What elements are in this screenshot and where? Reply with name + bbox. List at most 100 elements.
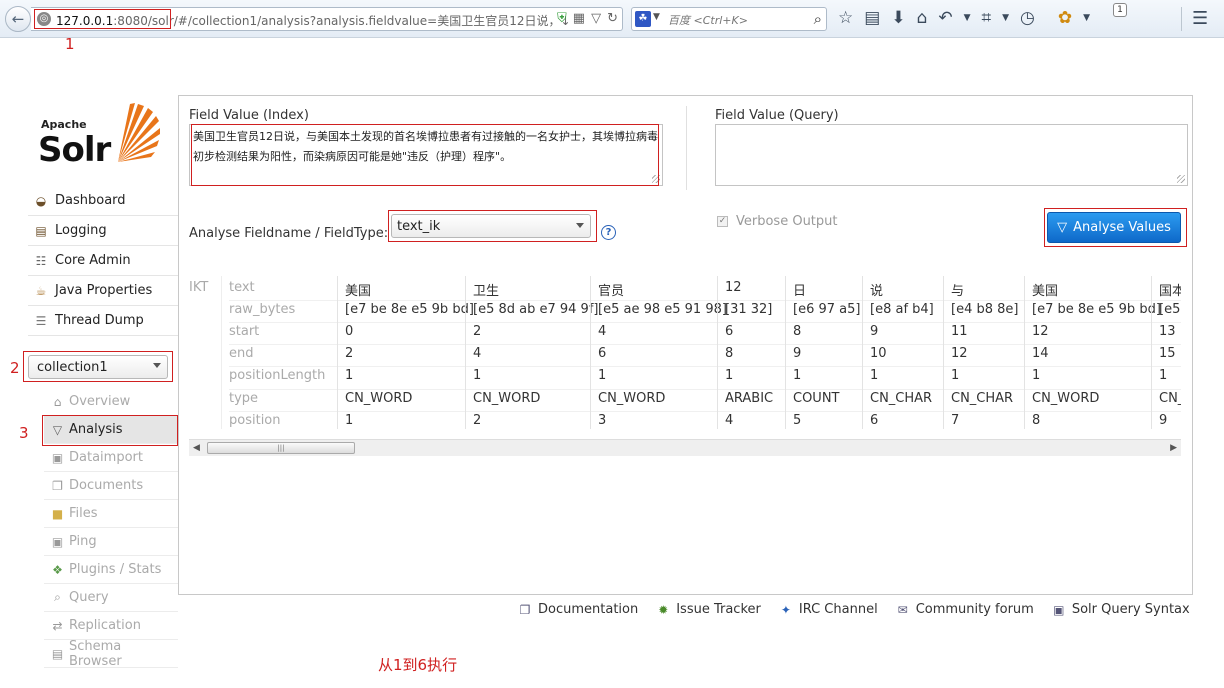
footer-link-community-forum[interactable]: ✉ Community forum: [896, 602, 1034, 617]
scrollbar-thumb[interactable]: |||: [207, 442, 355, 454]
scroll-left-arrow-icon[interactable]: ◀: [193, 443, 200, 453]
core-item-files[interactable]: ■ Files: [44, 500, 178, 528]
help-icon[interactable]: ?: [601, 225, 616, 240]
analyzer-divider: [221, 276, 222, 429]
chevron-down-icon[interactable]: ▼: [964, 8, 971, 28]
row-label-position: position: [229, 413, 281, 428]
row-label-type: type: [229, 391, 259, 406]
shield-icon[interactable]: ⛨: [557, 11, 567, 26]
horizontal-scrollbar[interactable]: ◀ ||| ▶: [189, 439, 1181, 456]
core-selector[interactable]: collection1: [28, 355, 168, 379]
chevron-down-icon[interactable]: ▼: [653, 12, 660, 22]
fieldtype-select[interactable]: text_ik: [391, 214, 591, 238]
sidebar-item-java-properties[interactable]: ☕ Java Properties: [28, 276, 178, 306]
bug-icon: ✹: [658, 602, 669, 617]
toolbar-icons: ☆ ▤ ⬇ ⌂ ↶ ▼ ⌗ ▼ ◷ ✿ ▼: [838, 8, 1090, 28]
url-bar[interactable]: ◎ 127.0.0.1:8080/solr/#/collection1/anal…: [31, 7, 623, 31]
token-positionlength: 1: [345, 368, 354, 383]
token-text: 与: [951, 284, 965, 299]
menu-icon[interactable]: ☰: [1192, 8, 1208, 29]
footer-link-issue-tracker[interactable]: ✹ Issue Tracker: [656, 602, 761, 617]
reading-list-icon[interactable]: ▤: [864, 8, 880, 28]
chevron-down-icon[interactable]: ▼: [1083, 8, 1090, 28]
sidebar-item-label: Dashboard: [55, 193, 126, 208]
extension-icon[interactable]: ✿: [1058, 8, 1072, 28]
clock-icon[interactable]: ◷: [1020, 8, 1035, 28]
qr-code-icon[interactable]: ▦: [573, 11, 585, 26]
token-type: COUNT: [793, 391, 840, 406]
resize-grip-icon[interactable]: [1177, 175, 1185, 183]
logging-icon: ▤: [35, 223, 47, 238]
documents-icon: ❐: [52, 478, 63, 493]
token-text: 卫生: [473, 284, 500, 299]
download-icon[interactable]: ⬇: [891, 8, 905, 28]
fieldtype-value: text_ik: [397, 219, 441, 234]
footer-link-documentation[interactable]: ❐ Documentation: [518, 602, 639, 617]
analysis-panel: Field Value (Index) 美国卫生官员12日说，与美国本土发现的首…: [178, 95, 1193, 595]
sidebar-item-dashboard[interactable]: ◒ Dashboard: [28, 186, 178, 216]
notification-badge: 1: [1113, 3, 1127, 17]
crop-icon[interactable]: ⌗: [982, 8, 992, 28]
query-icon: ⌕: [54, 590, 61, 604]
core-item-ping[interactable]: ▣ Ping: [44, 528, 178, 556]
token-positionlength: 1: [1159, 368, 1168, 383]
token-positionlength: 1: [725, 368, 734, 383]
core-item-query[interactable]: ⌕ Query: [44, 584, 178, 612]
core-admin-icon: ☷: [35, 253, 47, 268]
token-type: CN_WORD: [1032, 391, 1100, 406]
verbose-output-toggle[interactable]: ✓ Verbose Output: [717, 214, 838, 229]
annotation-1: 1: [65, 35, 75, 53]
reload-icon[interactable]: ↻: [607, 11, 618, 26]
star-icon[interactable]: ☆: [838, 8, 853, 28]
core-item-documents[interactable]: ❐ Documents: [44, 472, 178, 500]
footer-link-irc-channel[interactable]: ✦ IRC Channel: [779, 602, 878, 617]
token-position: 2: [473, 413, 482, 428]
url-icons: ⛨ ▦ ▽ ↻: [557, 11, 618, 26]
checkbox-checked-icon[interactable]: ✓: [717, 216, 728, 227]
search-bar[interactable]: ☘ ▼ 百度 <Ctrl+K> ⌕: [631, 7, 827, 31]
token-end: 8: [725, 346, 734, 361]
token-type: CN_CHAR: [951, 391, 1014, 406]
token-position: 9: [1159, 413, 1168, 428]
core-item-plugins-stats[interactable]: ❖ Plugins / Stats: [44, 556, 178, 584]
token-position: 8: [1032, 413, 1041, 428]
toolbar-separator: [1181, 7, 1182, 31]
search-icon[interactable]: ⌕: [814, 10, 822, 28]
chevron-down-icon: [153, 363, 161, 368]
token-text: 12: [725, 280, 742, 295]
folder-icon: ■: [51, 506, 64, 521]
query-field-textarea[interactable]: [715, 124, 1188, 186]
footer-link-solr-query-syntax[interactable]: ▣ Solr Query Syntax: [1052, 602, 1190, 617]
token-end: 10: [870, 346, 887, 361]
dropdown-triangle-icon[interactable]: ▽: [591, 11, 601, 26]
sidebar-item-logging[interactable]: ▤ Logging: [28, 216, 178, 246]
sidebar-item-core-admin[interactable]: ☷ Core Admin: [28, 246, 178, 276]
token-type: CN_WORD: [345, 391, 413, 406]
footer-link-label: Solr Query Syntax: [1071, 602, 1190, 617]
core-item-replication[interactable]: ⇄ Replication: [44, 612, 178, 640]
token-column: 说 [e8 af b4] 9 10 1 CN_CHAR 6: [862, 276, 943, 429]
search-placeholder[interactable]: 百度 <Ctrl+K>: [668, 12, 748, 28]
token-raw_bytes: [e5: [1159, 302, 1181, 317]
annotation-box-index: [191, 124, 659, 186]
scroll-right-arrow-icon[interactable]: ▶: [1170, 443, 1177, 453]
core-item-overview[interactable]: ⌂ Overview: [44, 388, 178, 416]
solr-logo[interactable]: Apache Solr: [38, 102, 160, 170]
annotation-2: 2: [10, 359, 20, 377]
token-start: 6: [725, 324, 734, 339]
annotation-box-url: [34, 9, 171, 29]
analysis-result-table: IKT text raw_bytes start end positionLength t…: [189, 276, 1181, 429]
home-icon[interactable]: ⌂: [917, 8, 928, 28]
undo-icon[interactable]: ↶: [938, 8, 952, 28]
core-item-dataimport[interactable]: ▣ Dataimport: [44, 444, 178, 472]
ping-icon: ▣: [51, 534, 64, 549]
chevron-down-icon[interactable]: ▼: [1002, 8, 1009, 28]
token-start: 4: [598, 324, 607, 339]
core-item-schema-browser[interactable]: ▤ Schema Browser: [44, 639, 178, 669]
sidebar-item-label: Logging: [55, 223, 107, 238]
back-arrow-icon[interactable]: ←: [5, 6, 31, 32]
sidebar-item-thread-dump[interactable]: ☰ Thread Dump: [28, 306, 178, 336]
dashboard-icon: ◒: [35, 193, 47, 208]
analyse-values-button[interactable]: ▽ Analyse Values: [1047, 212, 1181, 243]
index-field-label: Field Value (Index): [189, 108, 309, 123]
